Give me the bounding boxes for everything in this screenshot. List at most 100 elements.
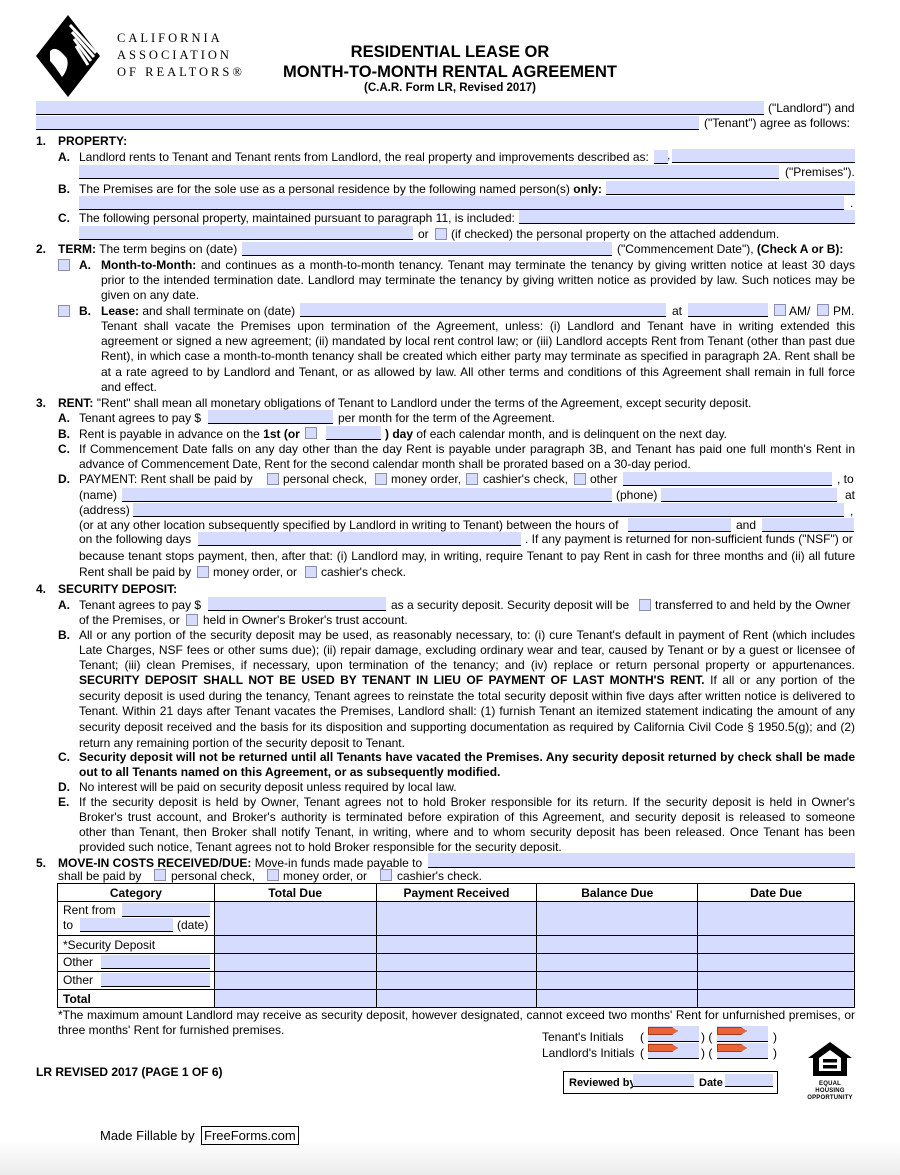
future-cashiers-check-checkbox[interactable] bbox=[305, 566, 317, 578]
am-checkbox[interactable] bbox=[774, 304, 786, 316]
other1-total-due-field[interactable] bbox=[213, 953, 377, 972]
other-day-checkbox[interactable] bbox=[305, 427, 317, 439]
payment-days-field[interactable] bbox=[198, 532, 521, 546]
deposit-payment-received-field[interactable] bbox=[375, 935, 538, 954]
payment-location-text: (or at any other location subsequently s… bbox=[79, 518, 619, 532]
premises-address-line2-field[interactable] bbox=[79, 165, 779, 179]
rent-total-due-field[interactable] bbox=[213, 901, 377, 936]
term-b-line1: Tenant shall vacate the Premises upon te… bbox=[101, 319, 855, 333]
table-header-row: Category Total Due Payment Received Bala… bbox=[57, 883, 855, 902]
personal-property-field[interactable] bbox=[519, 210, 855, 224]
section-number: 5. bbox=[36, 856, 47, 870]
lease-checkbox[interactable] bbox=[58, 305, 70, 317]
other-payment-checkbox[interactable] bbox=[574, 473, 586, 485]
other2-total-due-field[interactable] bbox=[213, 971, 377, 990]
cashiers-check-checkbox[interactable] bbox=[466, 473, 478, 485]
payee-address-field[interactable] bbox=[133, 503, 844, 517]
lease-title: Lease: bbox=[101, 304, 140, 318]
freeforms-link[interactable]: FreeForms.com bbox=[201, 1126, 299, 1145]
table-row-other-2: Other bbox=[57, 971, 855, 990]
premises-address-field[interactable] bbox=[672, 149, 855, 163]
item-label: B. bbox=[79, 304, 91, 318]
tenant-name-field[interactable] bbox=[36, 116, 699, 130]
reviewed-by-field[interactable] bbox=[633, 1074, 694, 1087]
term-b-line5: and effect. bbox=[101, 380, 157, 394]
move-in-payee-field[interactable] bbox=[428, 853, 855, 868]
move-in-cashiers-check-checkbox[interactable] bbox=[380, 869, 392, 881]
residents-line2-field[interactable] bbox=[79, 196, 844, 210]
term-a-line3: given on any date. bbox=[101, 288, 200, 302]
security-deposit-field[interactable] bbox=[208, 597, 386, 611]
review-date-field[interactable] bbox=[725, 1074, 773, 1087]
monthly-rent-field[interactable] bbox=[208, 410, 333, 424]
rent-category-cell: Rent from to (date) bbox=[57, 901, 215, 936]
premises-unit-field[interactable] bbox=[654, 150, 668, 164]
addendum-checkbox[interactable] bbox=[435, 228, 447, 240]
deposit-e-line1: If the security deposit is held by Owner… bbox=[79, 795, 855, 809]
deposit-line2b: held in Owner's Broker's trust account. bbox=[203, 613, 408, 627]
review-date-label: Date bbox=[699, 1077, 723, 1089]
deposit-not-last-rent: SECURITY DEPOSIT SHALL NOT BE USED BY TE… bbox=[79, 673, 705, 687]
premises-label: ("Premises"). bbox=[785, 165, 855, 179]
move-in-personal-check-checkbox[interactable] bbox=[154, 869, 166, 881]
first-label: 1st (or bbox=[263, 427, 300, 441]
other2-balance-due-field[interactable] bbox=[536, 971, 699, 990]
money-order-checkbox[interactable] bbox=[375, 473, 387, 485]
other-payment-field[interactable] bbox=[623, 472, 832, 486]
personal-property-line2-field[interactable] bbox=[79, 226, 413, 240]
sign-here-tag-icon bbox=[648, 1027, 678, 1035]
item-label: A. bbox=[58, 411, 70, 425]
tenant-label: ("Tenant") agree as follows: bbox=[704, 116, 850, 130]
col-date-due: Date Due bbox=[697, 883, 855, 902]
deposit-date-due-field[interactable] bbox=[697, 935, 855, 954]
month-to-month-checkbox[interactable] bbox=[58, 259, 70, 271]
lease-end-date-field[interactable] bbox=[300, 303, 666, 317]
rent-amount-suffix: per month for the term of the Agreement. bbox=[338, 411, 555, 425]
equal-housing-text: EQUAL HOUSING OPPORTUNITY bbox=[807, 1081, 853, 1101]
broker-trust-checkbox[interactable] bbox=[186, 614, 198, 626]
rent-balance-due-field[interactable] bbox=[536, 901, 699, 936]
total-due-field[interactable] bbox=[213, 989, 377, 1008]
other2-description-field[interactable] bbox=[101, 973, 210, 987]
rent-to-date-field[interactable] bbox=[80, 918, 173, 932]
pm-checkbox[interactable] bbox=[817, 304, 829, 316]
comma: , bbox=[850, 504, 854, 518]
total-payment-received-field[interactable] bbox=[375, 989, 538, 1008]
rent-from-date-field[interactable] bbox=[122, 903, 210, 917]
transferred-to-owner-checkbox[interactable] bbox=[639, 599, 651, 611]
move-in-money-order-checkbox[interactable] bbox=[267, 869, 279, 881]
other1-balance-due-field[interactable] bbox=[536, 953, 699, 972]
date-label: (date) bbox=[177, 918, 209, 932]
table-row-security-deposit: *Security Deposit bbox=[57, 935, 855, 954]
section-heading-move-in: MOVE-IN COSTS RECEIVED/DUE: bbox=[58, 856, 252, 870]
deposit-total-due-field[interactable] bbox=[213, 935, 377, 954]
paren: ) bbox=[773, 1046, 777, 1060]
other1-payment-received-field[interactable] bbox=[375, 953, 538, 972]
commencement-date-field[interactable] bbox=[242, 242, 612, 256]
deposit-balance-due-field[interactable] bbox=[536, 935, 699, 954]
other2-payment-received-field[interactable] bbox=[375, 971, 538, 990]
rent-due-day-field[interactable] bbox=[326, 426, 381, 440]
rent-payment-received-field[interactable] bbox=[375, 901, 538, 936]
payee-phone-field[interactable] bbox=[661, 488, 837, 502]
total-balance-due-field[interactable] bbox=[536, 989, 699, 1008]
am-label: AM/ bbox=[789, 304, 811, 318]
landlord-name-field[interactable] bbox=[36, 101, 764, 115]
deposit-b-line2: Late Charges, NSF fees or other sums due… bbox=[79, 643, 855, 657]
other2-date-due-field[interactable] bbox=[697, 971, 855, 990]
hours-from-field[interactable] bbox=[628, 518, 731, 532]
personal-check-checkbox[interactable] bbox=[267, 473, 279, 485]
total-date-due-field[interactable] bbox=[697, 989, 855, 1008]
item-label: B. bbox=[58, 628, 70, 642]
future-money-order-checkbox[interactable] bbox=[197, 566, 209, 578]
other1-date-due-field[interactable] bbox=[697, 953, 855, 972]
rent-date-due-field[interactable] bbox=[697, 901, 855, 936]
payee-name-field[interactable] bbox=[122, 488, 612, 502]
residents-field[interactable] bbox=[606, 181, 855, 195]
hours-to-field[interactable] bbox=[762, 518, 854, 532]
other1-description-field[interactable] bbox=[101, 955, 210, 969]
future-rent-label: Rent shall be paid by bbox=[79, 565, 192, 579]
term-a-line2: prior to the intended termination date. … bbox=[101, 273, 855, 287]
lease-end-time-field[interactable] bbox=[688, 303, 768, 317]
paren: ( bbox=[640, 1046, 644, 1060]
